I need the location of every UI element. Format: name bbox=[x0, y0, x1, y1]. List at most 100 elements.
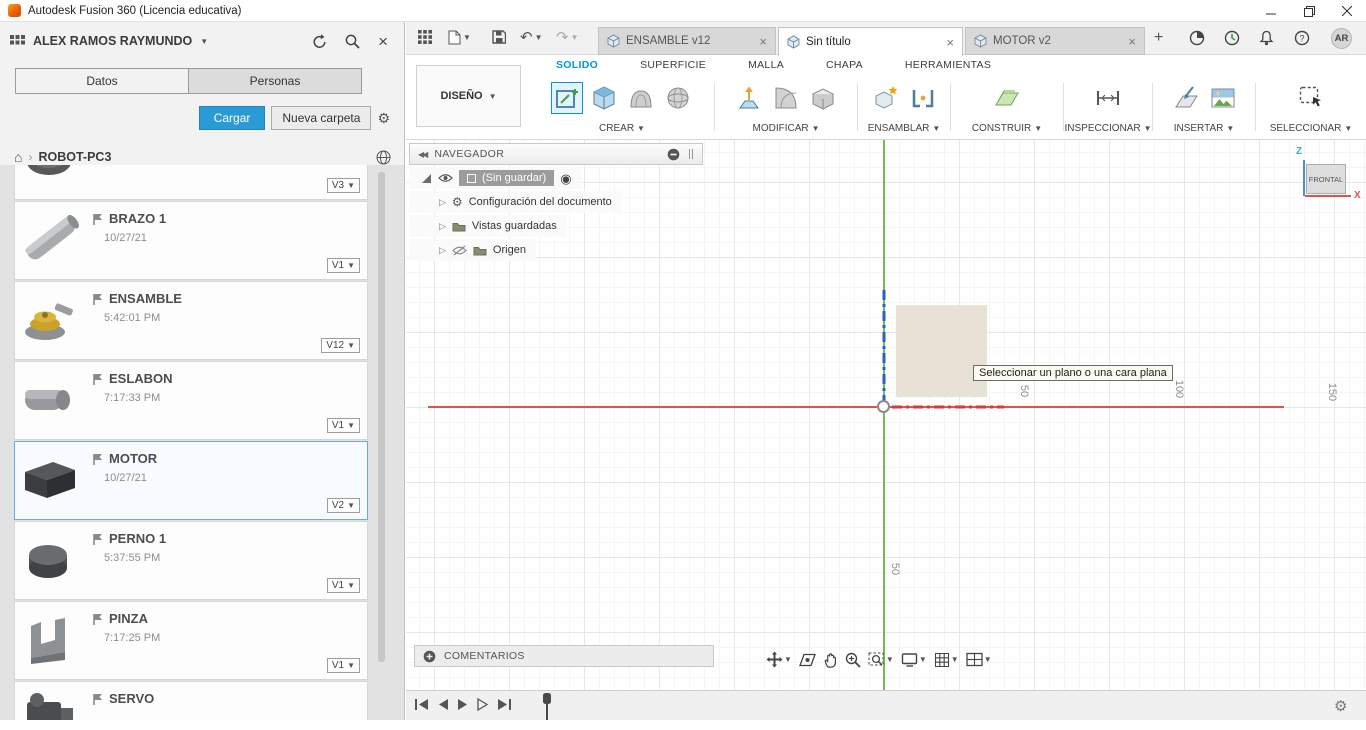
minimize-browser-icon[interactable] bbox=[667, 148, 680, 161]
timeline-settings-gear-icon[interactable]: ⚙ bbox=[1334, 697, 1347, 715]
restore-button[interactable] bbox=[1290, 0, 1328, 22]
list-item[interactable]: BRAZO 1 10/27/21 V1 ▼ bbox=[14, 201, 368, 280]
close-tab-icon[interactable]: × bbox=[946, 36, 954, 49]
undo-icon[interactable]: ↶ ▼ bbox=[520, 30, 543, 45]
document-tab[interactable]: ENSAMBLE v12 × bbox=[598, 27, 776, 55]
version-dropdown[interactable]: V1 ▼ bbox=[326, 258, 360, 273]
group-dropdown-modificar[interactable]: MODIFICAR ▼ bbox=[716, 123, 856, 134]
panel-grip-icon[interactable] bbox=[688, 148, 694, 160]
document-tab-active[interactable]: Sin título × bbox=[778, 27, 963, 56]
list-item[interactable]: V3 ▼ bbox=[14, 165, 368, 200]
fillet-icon[interactable] bbox=[770, 82, 802, 114]
viewports-icon[interactable]: ▼ bbox=[964, 650, 994, 669]
globe-icon[interactable] bbox=[376, 150, 391, 165]
go-to-end-icon[interactable] bbox=[497, 698, 512, 711]
grid-settings-icon[interactable]: ▼ bbox=[932, 650, 961, 670]
create-sphere-icon[interactable] bbox=[662, 82, 694, 114]
list-item-selected[interactable]: MOTOR 10/27/21 V2 ▼ bbox=[14, 441, 368, 520]
file-menu-icon[interactable]: ▼ bbox=[448, 30, 471, 45]
tab-chapa[interactable]: CHAPA bbox=[826, 59, 863, 71]
add-comment-icon[interactable] bbox=[423, 650, 436, 663]
display-settings-icon[interactable]: ▼ bbox=[899, 650, 929, 670]
measure-icon[interactable] bbox=[1092, 82, 1124, 114]
construct-plane-icon[interactable] bbox=[991, 82, 1023, 114]
select-icon[interactable] bbox=[1295, 82, 1327, 114]
tab-solido[interactable]: SOLIDO bbox=[556, 59, 598, 71]
comments-bar[interactable]: COMENTARIOS bbox=[414, 645, 714, 667]
tab-superficie[interactable]: SUPERFICIE bbox=[640, 59, 706, 71]
browser-node[interactable]: ▷ Vistas guardadas bbox=[409, 215, 567, 237]
zoom-icon[interactable] bbox=[843, 650, 863, 670]
press-pull-icon[interactable] bbox=[733, 82, 765, 114]
version-dropdown[interactable]: V2 ▼ bbox=[326, 498, 360, 513]
new-folder-button[interactable]: Nueva carpeta bbox=[271, 106, 372, 130]
visibility-eye-icon[interactable] bbox=[438, 173, 453, 183]
list-item[interactable]: PINZA 7:17:25 PM V1 ▼ bbox=[14, 601, 368, 680]
close-window-button[interactable] bbox=[1328, 0, 1366, 22]
group-dropdown-insertar[interactable]: INSERTAR ▼ bbox=[1154, 123, 1254, 134]
help-icon[interactable]: ? bbox=[1294, 30, 1310, 46]
create-sketch-icon[interactable] bbox=[550, 82, 583, 114]
document-node-selected[interactable]: (Sin guardar) bbox=[459, 170, 555, 186]
version-dropdown[interactable]: V12 ▼ bbox=[321, 338, 360, 353]
insert-canvas-image-icon[interactable] bbox=[1207, 82, 1239, 114]
extensions-icon[interactable] bbox=[1189, 30, 1205, 46]
step-forward-icon[interactable] bbox=[477, 698, 489, 711]
project-name[interactable]: ROBOT-PC3 bbox=[38, 150, 111, 164]
step-back-icon[interactable] bbox=[437, 698, 449, 711]
group-dropdown-inspeccionar[interactable]: INSPECCIONAR ▼ bbox=[1064, 123, 1151, 134]
list-item[interactable]: PERNO 1 5:37:55 PM V1 ▼ bbox=[14, 521, 368, 600]
group-dropdown-crear[interactable]: CREAR ▼ bbox=[531, 123, 713, 134]
group-dropdown-seleccionar[interactable]: SELECCIONAR ▼ bbox=[1257, 123, 1365, 134]
viewport-canvas[interactable]: Seleccionar un plano o una cara plana 50… bbox=[406, 140, 1366, 690]
list-item[interactable]: ENSAMBLE 5:42:01 PM V12 ▼ bbox=[14, 281, 368, 360]
expand-arrow-icon[interactable]: ▷ bbox=[439, 221, 446, 232]
refresh-icon[interactable] bbox=[312, 33, 327, 49]
go-to-start-icon[interactable] bbox=[414, 698, 429, 711]
browser-node[interactable]: ▷ Origen bbox=[409, 239, 536, 261]
create-form-icon[interactable] bbox=[625, 82, 657, 114]
browser-root-row[interactable]: (Sin guardar) ◉ bbox=[409, 167, 582, 189]
expand-arrow-icon[interactable]: ▷ bbox=[439, 245, 446, 256]
tab-datos[interactable]: Datos bbox=[16, 69, 188, 93]
version-dropdown[interactable]: V1 ▼ bbox=[326, 418, 360, 433]
close-tab-icon[interactable]: × bbox=[1128, 35, 1136, 48]
tab-personas[interactable]: Personas bbox=[188, 69, 361, 93]
orbit-icon[interactable]: ▼ bbox=[764, 649, 794, 670]
search-icon[interactable] bbox=[345, 34, 360, 49]
collapse-panel-icon[interactable]: ◀◀ bbox=[418, 150, 428, 159]
create-box-icon[interactable] bbox=[588, 82, 620, 114]
new-component-icon[interactable] bbox=[870, 82, 902, 114]
expand-arrow-icon[interactable]: ▷ bbox=[439, 197, 446, 208]
list-scrollbar[interactable] bbox=[378, 172, 385, 662]
notifications-bell-icon[interactable] bbox=[1259, 30, 1274, 46]
minimize-button[interactable] bbox=[1252, 0, 1290, 22]
upload-button[interactable]: Cargar bbox=[198, 106, 266, 130]
save-icon[interactable] bbox=[492, 30, 506, 44]
profile-avatar[interactable]: AR bbox=[1331, 28, 1352, 49]
viewcube[interactable]: Z FRONTAL X bbox=[1286, 146, 1364, 210]
version-dropdown[interactable]: V1 ▼ bbox=[326, 578, 360, 593]
joint-icon[interactable] bbox=[907, 82, 939, 114]
tab-herramientas[interactable]: HERRAMIENTAS bbox=[905, 59, 991, 71]
workspace-selector[interactable]: DISEÑO ▼ bbox=[416, 65, 521, 127]
timeline-marker[interactable] bbox=[541, 693, 553, 721]
look-at-icon[interactable] bbox=[797, 650, 818, 669]
new-tab-icon[interactable]: + bbox=[1154, 30, 1163, 46]
home-icon[interactable]: ⌂ bbox=[14, 149, 22, 165]
browser-node[interactable]: ▷ ⚙ Configuración del documento bbox=[409, 191, 622, 213]
group-dropdown-ensamblar[interactable]: ENSAMBLAR ▼ bbox=[859, 123, 949, 134]
list-item[interactable]: ESLABON 7:17:33 PM V1 ▼ bbox=[14, 361, 368, 440]
visibility-off-eye-icon[interactable] bbox=[452, 244, 467, 256]
document-tab[interactable]: MOTOR v2 × bbox=[965, 27, 1145, 55]
group-dropdown-construir[interactable]: CONSTRUIR ▼ bbox=[952, 123, 1062, 134]
browser-header[interactable]: ◀◀ NAVEGADOR bbox=[409, 143, 703, 165]
activate-component-radio-icon[interactable]: ◉ bbox=[560, 172, 571, 185]
version-dropdown[interactable]: V3 ▼ bbox=[326, 178, 360, 193]
version-dropdown[interactable]: V1 ▼ bbox=[326, 658, 360, 673]
show-data-panel-icon[interactable] bbox=[418, 30, 432, 44]
redo-icon[interactable]: ↷ ▼ bbox=[556, 30, 579, 45]
tab-malla[interactable]: MALLA bbox=[748, 59, 784, 71]
insert-derive-icon[interactable] bbox=[1170, 82, 1202, 114]
pan-hand-icon[interactable] bbox=[821, 650, 840, 670]
